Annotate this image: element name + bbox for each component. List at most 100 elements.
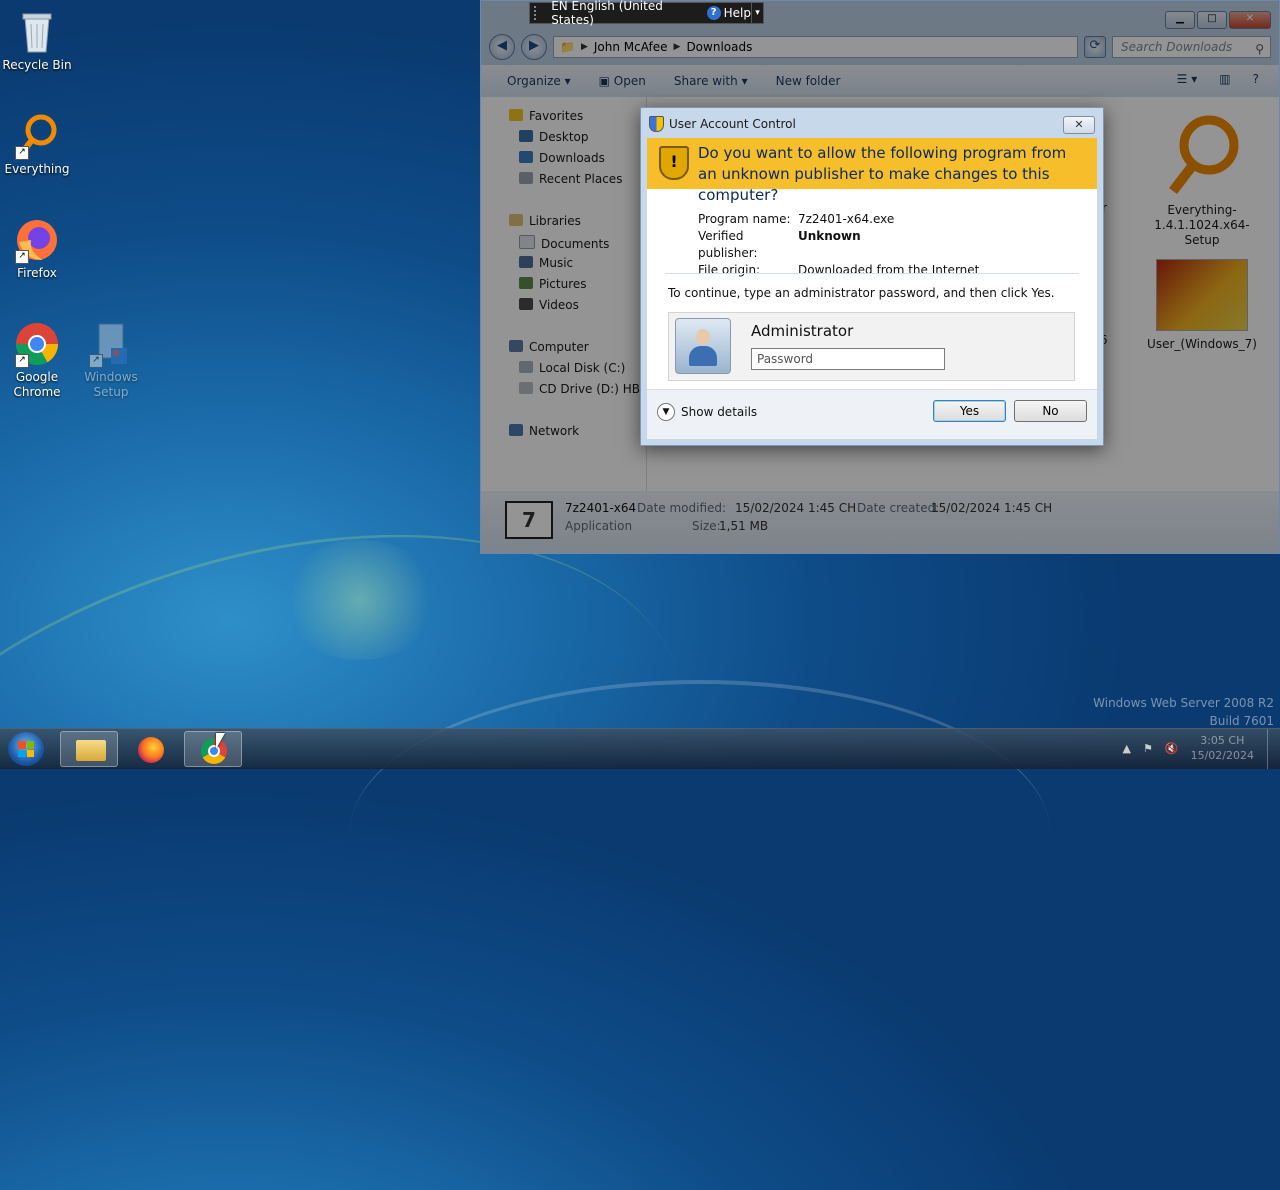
help-button[interactable]: ? Help (706, 6, 751, 20)
drag-grip-icon[interactable] (534, 6, 545, 20)
uac-warning-banner: ! Do you want to allow the following pro… (647, 138, 1097, 204)
password-input[interactable] (751, 348, 945, 370)
desktop-icon-label: Google Chrome (13, 370, 61, 399)
shortcut-arrow-icon: ↗ (15, 250, 29, 264)
mouse-cursor-icon (216, 733, 225, 749)
no-button[interactable]: No (1014, 400, 1087, 422)
folder-icon: 📁 (560, 40, 575, 54)
recycle-bin-icon (13, 8, 61, 56)
uac-instruction: To continue, type an administrator passw… (668, 286, 1055, 300)
uac-question: Do you want to allow the following progr… (698, 144, 1067, 204)
nav-favorites[interactable]: Favorites (509, 109, 583, 123)
change-view-icon[interactable]: ☰ ▾ (1177, 72, 1198, 86)
taskbar-firefox[interactable] (122, 731, 180, 767)
os-watermark: Windows Web Server 2008 R2 Build 7601 (1093, 696, 1274, 728)
minimize-button[interactable]: ▁ (1165, 11, 1195, 29)
windows-logo-icon (18, 741, 34, 757)
nav-computer[interactable]: Computer (509, 340, 589, 354)
volume-muted-icon[interactable]: 🔇 (1165, 742, 1179, 755)
chevron-down-icon: ▼ (657, 403, 675, 421)
image-thumbnail (1156, 259, 1248, 331)
taskbar-explorer[interactable] (60, 731, 118, 767)
nav-desktop[interactable]: Desktop (519, 130, 589, 144)
details-created-label: Date created: (857, 501, 940, 515)
show-details-label: Show details (681, 405, 758, 419)
desktop-icon-windows-setup[interactable]: ↗ Windows Setup (74, 320, 148, 400)
nav-documents[interactable]: Documents (519, 235, 609, 251)
show-desktop-button[interactable] (1267, 729, 1280, 769)
new-folder-button[interactable]: New folder (776, 74, 841, 88)
search-input[interactable]: Search Downloads ⚲ (1112, 36, 1271, 58)
details-file-name: 7z2401-x64 (565, 501, 637, 515)
taskbar-chrome[interactable] (184, 731, 242, 767)
libraries-icon (509, 214, 523, 226)
address-bar[interactable]: 📁 ▶ John McAfee ▶ Downloads (553, 36, 1078, 58)
details-size-value: 1,51 MB (719, 519, 769, 533)
search-placeholder: Search Downloads (1121, 40, 1233, 54)
account-name: Administrator (751, 322, 854, 340)
file-item-everything-setup[interactable]: Everything-1.4.1.1024.x64-Setup (1147, 109, 1257, 248)
show-details-toggle[interactable]: ▼ Show details (657, 403, 757, 421)
cd-drive-icon (519, 382, 533, 394)
nav-downloads[interactable]: Downloads (519, 151, 605, 165)
program-name-label: Program name: (698, 212, 791, 226)
nav-network[interactable]: Network (509, 424, 579, 438)
uac-title: User Account Control (669, 117, 796, 131)
desktop-icon-everything[interactable]: ↗ Everything (0, 112, 74, 177)
preview-pane-icon[interactable]: ▥ (1219, 72, 1230, 86)
organize-button[interactable]: Organize ▾ (507, 74, 571, 88)
everything-icon: ↗ (13, 112, 61, 160)
language-bar-options-button[interactable]: ▾ (750, 3, 763, 23)
refresh-button[interactable]: ⟳ (1084, 36, 1106, 58)
language-bar[interactable]: EN English (United States) ? Help ▾ (529, 0, 764, 27)
details-modified-label: Date modified: (637, 501, 727, 515)
firefox-icon (138, 737, 164, 763)
nav-local-disk[interactable]: Local Disk (C:) (519, 361, 625, 375)
nav-cd-drive[interactable]: CD Drive (D:) HBCD (519, 382, 657, 396)
yes-button[interactable]: Yes (933, 400, 1006, 422)
details-modified-value: 15/02/2024 1:45 CH (735, 501, 857, 515)
desktop-icon (519, 130, 533, 142)
shield-icon (649, 116, 664, 132)
help-icon[interactable]: ? (1253, 72, 1259, 86)
language-indicator[interactable]: EN English (United States) (551, 0, 696, 27)
share-with-button[interactable]: Share with ▾ (674, 74, 748, 88)
maximize-button[interactable]: □ (1197, 11, 1227, 29)
file-origin-value: Downloaded from the Internet (798, 263, 980, 277)
show-hidden-icons-icon[interactable]: ▲ (1123, 742, 1131, 755)
divider (665, 273, 1079, 274)
details-file-type: Application (565, 519, 633, 533)
chrome-icon: ↗ (13, 320, 61, 368)
clock[interactable]: 3:05 CH 15/02/2024 (1191, 733, 1254, 763)
uac-dialog[interactable]: User Account Control ✕ ! Do you want to … (640, 107, 1104, 446)
start-button[interactable] (8, 732, 44, 766)
close-button[interactable]: ✕ (1229, 11, 1271, 29)
nav-pictures[interactable]: Pictures (519, 277, 587, 291)
back-button[interactable]: ◀ (489, 34, 515, 60)
forward-button[interactable]: ▶ (521, 34, 547, 60)
network-icon (509, 424, 523, 436)
action-center-icon[interactable]: ⚑ (1143, 742, 1153, 755)
credential-tile[interactable]: Administrator (668, 312, 1075, 381)
file-item-user-windows[interactable]: User_(Windows_7) (1147, 259, 1257, 352)
uac-footer: ▼ Show details Yes No (647, 389, 1097, 439)
help-label: Help (723, 6, 751, 20)
breadcrumb-item[interactable]: Downloads (686, 40, 752, 54)
open-button[interactable]: ▣ Open (599, 74, 646, 88)
shortcut-arrow-icon: ↗ (15, 354, 29, 368)
desktop-icon-google-chrome[interactable]: ↗ Google Chrome (0, 320, 74, 400)
nav-music[interactable]: Music (519, 256, 573, 270)
close-button[interactable]: ✕ (1063, 116, 1095, 134)
star-icon (509, 109, 523, 121)
breadcrumb-separator-icon: ▶ (580, 42, 588, 52)
desktop-icon-firefox[interactable]: ↗ Firefox (0, 216, 74, 281)
program-info: Program name: 7z2401-x64.exe Verified pub… (698, 211, 979, 279)
shortcut-arrow-icon: ↗ (89, 354, 103, 368)
desktop-icon-recycle-bin[interactable]: Recycle Bin (0, 8, 74, 73)
shortcut-arrow-icon: ↗ (15, 146, 29, 160)
nav-libraries[interactable]: Libraries (509, 214, 581, 228)
nav-recent-places[interactable]: Recent Places (519, 172, 622, 186)
nav-videos[interactable]: Videos (519, 298, 579, 312)
breadcrumb-item[interactable]: John McAfee (594, 40, 668, 54)
navigation-pane: Favorites Desktop Downloads Recent Place… (481, 97, 657, 491)
